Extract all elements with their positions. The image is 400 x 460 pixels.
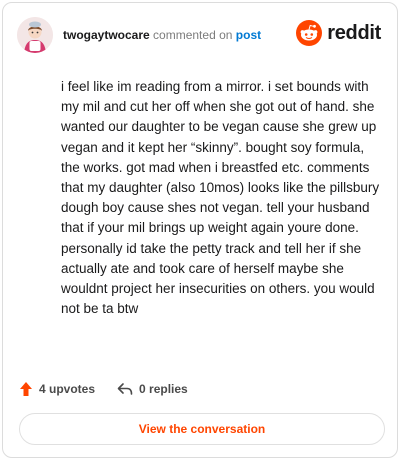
- reddit-logo[interactable]: reddit: [296, 19, 381, 47]
- reddit-wordmark: reddit: [327, 21, 381, 44]
- comment-header: twogaytwocare commented on post reddit: [17, 17, 383, 53]
- comment-card: twogaytwocare commented on post reddit i…: [2, 2, 398, 458]
- reddit-snoo-icon: [296, 20, 323, 46]
- post-link[interactable]: post: [236, 28, 261, 42]
- upvote-arrow-icon: [20, 382, 32, 396]
- comment-meta: twogaytwocare commented on post: [63, 28, 261, 42]
- avatar-icon: [17, 17, 53, 53]
- reply-count: 0 replies: [139, 382, 188, 396]
- comment-body: i feel like im reading from a mirror. i …: [61, 79, 380, 317]
- view-conversation-button[interactable]: View the conversation: [19, 413, 385, 445]
- comment-stats: 4 upvotes 0 replies: [19, 379, 210, 399]
- avatar[interactable]: [17, 17, 53, 53]
- reply-arrow-icon: [117, 383, 133, 395]
- upvote-count: 4 upvotes: [39, 382, 96, 396]
- reply-stat[interactable]: 0 replies: [117, 382, 188, 396]
- commented-on-label: commented on: [153, 28, 233, 42]
- username-link[interactable]: twogaytwocare: [63, 28, 150, 42]
- upvote-stat[interactable]: 4 upvotes: [19, 381, 95, 397]
